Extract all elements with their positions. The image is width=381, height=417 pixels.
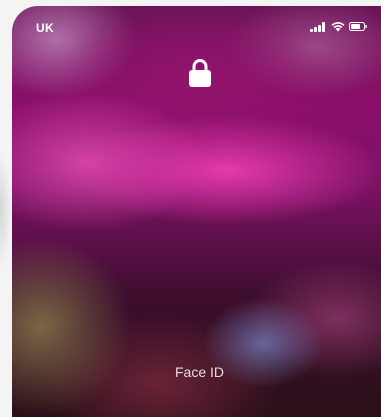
face-id-label: Face ID	[174, 364, 224, 380]
edge-shadow	[0, 150, 12, 270]
lock-screen: UK Face ID	[12, 6, 381, 417]
wifi-icon	[331, 22, 345, 32]
photo-frame: UK Face ID	[0, 0, 381, 417]
carrier-label: UK	[36, 21, 54, 35]
battery-icon	[349, 22, 367, 31]
status-bar: UK	[12, 6, 381, 46]
lock-icon	[189, 59, 211, 87]
cellular-signal-icon	[310, 22, 328, 32]
